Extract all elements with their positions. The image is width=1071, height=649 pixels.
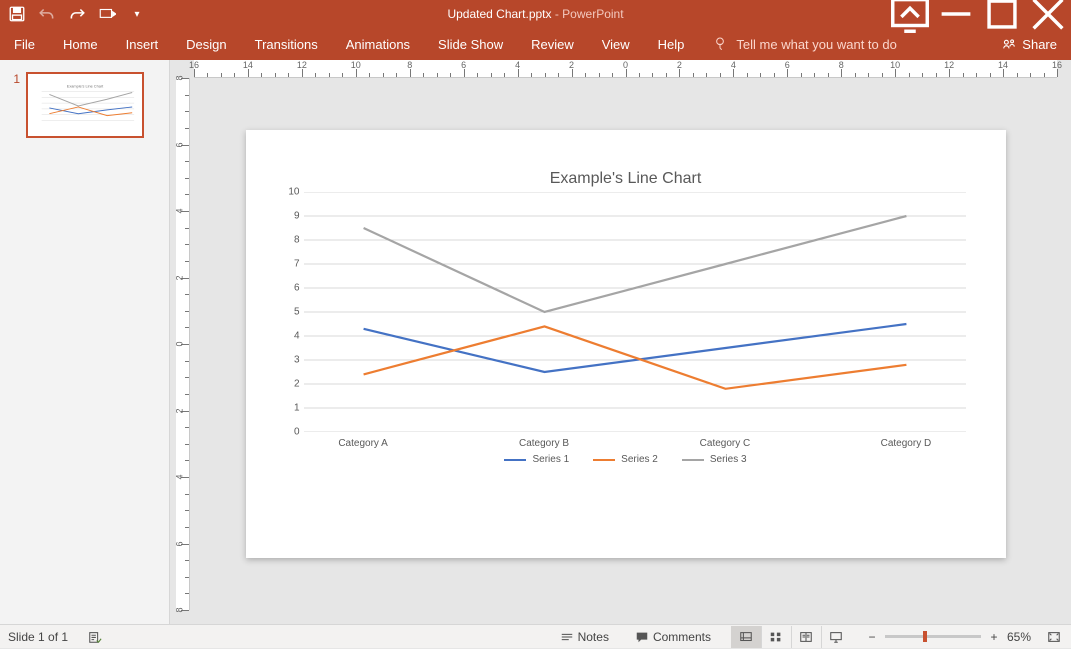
x-tick-label: Category B <box>519 438 569 449</box>
legend-label: Series 2 <box>621 454 658 465</box>
legend-item: Series 3 <box>682 454 747 465</box>
legend-swatch <box>682 459 704 461</box>
horizontal-ruler: 1614121086420246810121416 <box>194 60 1057 78</box>
zoom-control: − + 65% <box>865 630 1031 644</box>
fit-to-window-button[interactable] <box>1045 625 1063 649</box>
save-icon[interactable] <box>8 5 26 23</box>
spellcheck-icon[interactable] <box>82 625 108 649</box>
x-tick-label: Category D <box>881 438 932 449</box>
legend-swatch <box>593 459 615 461</box>
minimize-button[interactable] <box>933 0 979 28</box>
tab-transitions[interactable]: Transitions <box>241 28 332 60</box>
chart-plot-area: 012345678910Category ACategory BCategory… <box>304 192 966 432</box>
slide-number: 1 <box>8 72 20 138</box>
y-tick-label: 5 <box>278 307 300 318</box>
y-tick-label: 10 <box>278 187 300 198</box>
comments-button[interactable]: Comments <box>629 625 717 649</box>
vertical-ruler: 864202468 <box>170 78 194 610</box>
start-from-beginning-icon[interactable] <box>98 5 116 23</box>
status-bar: Slide 1 of 1 Notes Comments − + 65% <box>0 624 1071 648</box>
x-tick-label: Category C <box>700 438 751 449</box>
zoom-slider[interactable] <box>885 635 981 638</box>
legend-label: Series 3 <box>710 454 747 465</box>
y-tick-label: 0 <box>278 427 300 438</box>
chart-title: Example's Line Chart <box>276 170 976 188</box>
normal-view-button[interactable] <box>731 626 761 648</box>
redo-icon[interactable] <box>68 5 86 23</box>
close-button[interactable] <box>1025 0 1071 28</box>
legend-item: Series 1 <box>504 454 569 465</box>
tell-me-search[interactable]: Tell me what you want to do <box>698 28 910 60</box>
title-bar: ▾ Updated Chart.pptx - PowerPoint <box>0 0 1071 28</box>
tab-design[interactable]: Design <box>172 28 240 60</box>
view-buttons <box>731 626 851 648</box>
undo-icon[interactable] <box>38 5 56 23</box>
zoom-level[interactable]: 65% <box>1007 630 1031 644</box>
ribbon-display-options-icon[interactable] <box>887 0 933 28</box>
y-tick-label: 6 <box>278 283 300 294</box>
tab-insert[interactable]: Insert <box>112 28 173 60</box>
tab-slide-show[interactable]: Slide Show <box>424 28 517 60</box>
slide-sorter-view-button[interactable] <box>761 626 791 648</box>
zoom-in-button[interactable]: + <box>987 630 1001 644</box>
chart[interactable]: Example's Line Chart 012345678910Categor… <box>276 170 976 518</box>
window-title: Updated Chart.pptx - PowerPoint <box>447 7 623 21</box>
zoom-out-button[interactable]: − <box>865 630 879 644</box>
y-tick-label: 3 <box>278 355 300 366</box>
y-tick-label: 7 <box>278 259 300 270</box>
slide-counter: Slide 1 of 1 <box>8 630 68 644</box>
legend-item: Series 2 <box>593 454 658 465</box>
svg-text:Example's Line Chart: Example's Line Chart <box>67 85 104 89</box>
legend-label: Series 1 <box>532 454 569 465</box>
slideshow-view-button[interactable] <box>821 626 851 648</box>
slide-thumbnail-panel[interactable]: 1 Example's Line Chart <box>0 60 170 624</box>
file-tab[interactable]: File <box>0 28 49 60</box>
y-tick-label: 2 <box>278 379 300 390</box>
legend-swatch <box>504 459 526 461</box>
tab-animations[interactable]: Animations <box>332 28 424 60</box>
tab-home[interactable]: Home <box>49 28 112 60</box>
y-tick-label: 4 <box>278 331 300 342</box>
y-tick-label: 1 <box>278 403 300 414</box>
chart-legend: Series 1 Series 2 Series 3 <box>276 454 976 465</box>
x-tick-label: Category A <box>338 438 387 449</box>
tab-help[interactable]: Help <box>644 28 699 60</box>
slide-canvas[interactable]: Example's Line Chart 012345678910Categor… <box>246 130 1006 558</box>
maximize-button[interactable] <box>979 0 1025 28</box>
tab-view[interactable]: View <box>588 28 644 60</box>
qat-customize-icon[interactable]: ▾ <box>128 5 146 23</box>
reading-view-button[interactable] <box>791 626 821 648</box>
tab-review[interactable]: Review <box>517 28 588 60</box>
y-tick-label: 9 <box>278 211 300 222</box>
slide-editor[interactable]: 1614121086420246810121416 864202468 Exam… <box>170 60 1071 624</box>
slide-thumbnail[interactable]: Example's Line Chart <box>26 72 144 138</box>
notes-button[interactable]: Notes <box>554 625 615 649</box>
y-tick-label: 8 <box>278 235 300 246</box>
